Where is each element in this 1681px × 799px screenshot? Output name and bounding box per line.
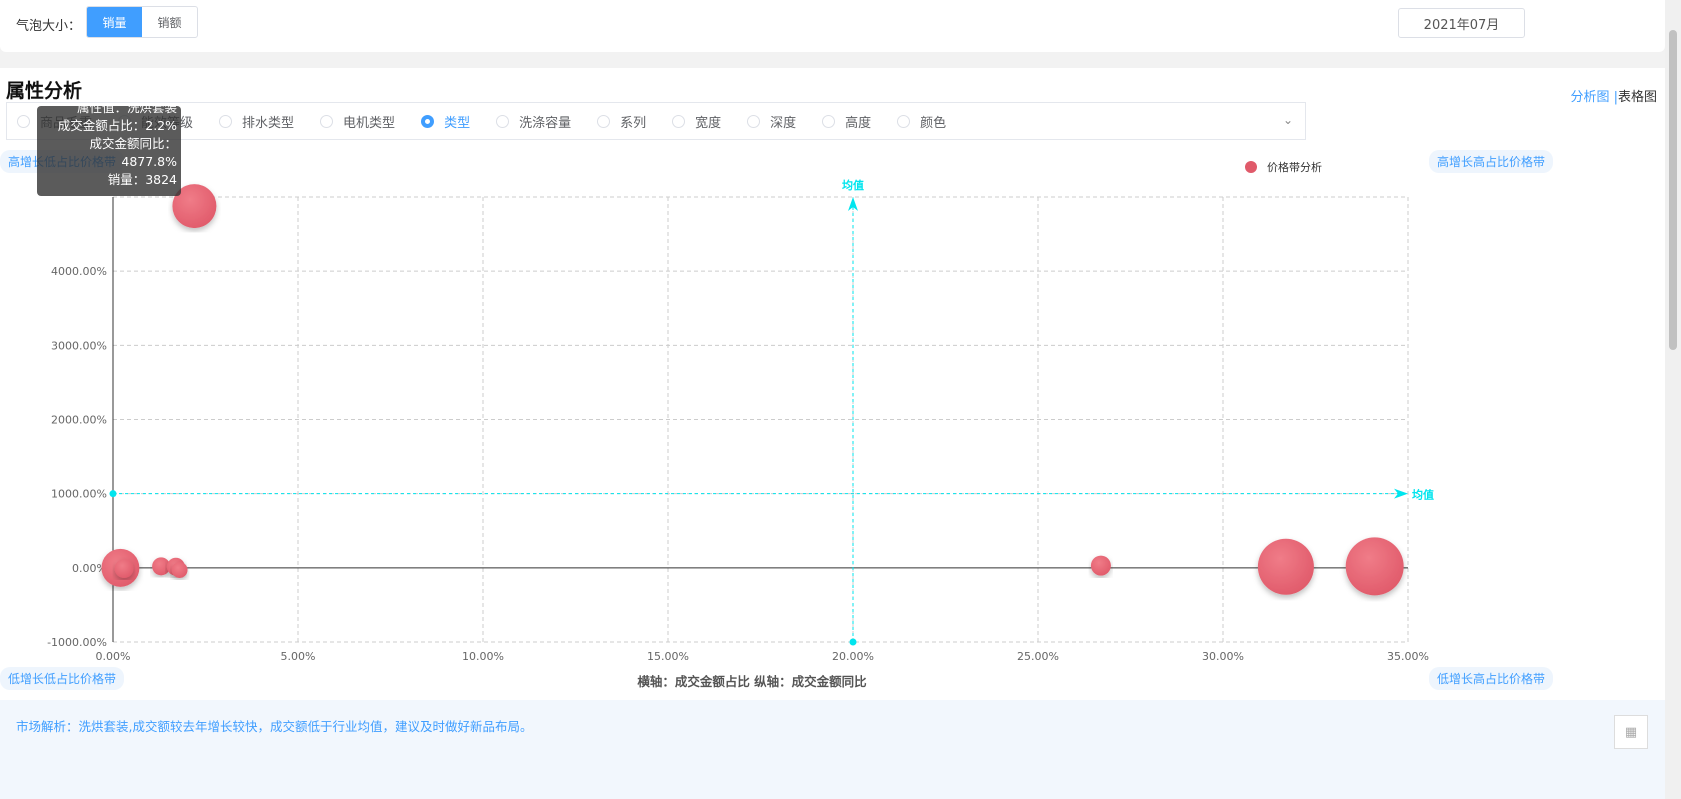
- x-axis-title: 横轴：成交金额占比 纵轴：成交金额同比: [637, 674, 867, 689]
- x-tick-label: 25.00%: [1017, 650, 1059, 663]
- x-tick-label: 20.00%: [832, 650, 874, 663]
- scrollbar[interactable]: [1665, 0, 1681, 799]
- y-tick-label: 3000.00%: [51, 339, 107, 352]
- quadrant-label-top-right: 高增长高占比价格带: [1428, 150, 1553, 173]
- tooltip-attribute: 属性值：洗烘套装: [76, 106, 177, 115]
- y-tick-label: 4000.00%: [51, 265, 107, 278]
- market-analysis: 市场解析：洗烘套装,成交额较去年增长较快，成交额低于行业均值，建议及时做好新品布…: [0, 700, 1665, 799]
- x-tick-label: 15.00%: [647, 650, 689, 663]
- legend-marker: [1245, 161, 1257, 173]
- mean-label-x: 均值: [842, 178, 864, 192]
- mean-y-dot: [109, 490, 117, 498]
- mean-x-dot: [849, 638, 857, 646]
- tooltip-sales: 销量：3824: [107, 172, 177, 187]
- bubble: [1090, 555, 1111, 576]
- qr-code-icon[interactable]: ▦: [1614, 715, 1648, 749]
- x-tick-label: 30.00%: [1202, 650, 1244, 663]
- legend-label: 价格带分析: [1267, 160, 1322, 174]
- scrollbar-thumb[interactable]: [1669, 30, 1677, 350]
- y-tick-label: 2000.00%: [51, 414, 107, 427]
- bubble: [171, 562, 188, 579]
- y-tick-label: -1000.00%: [47, 636, 107, 649]
- quadrant-label-bottom-right: 低增长高占比价格带: [1428, 667, 1553, 690]
- tooltip-yoy: 成交金额同比：4877.8%: [89, 136, 177, 169]
- mean-label-y: 均值: [1412, 488, 1434, 502]
- tooltip: 属性值：洗烘套装 成交金额占比：2.2% 成交金额同比：4877.8% 销量：3…: [37, 106, 181, 196]
- tooltip-share: 成交金额占比：2.2%: [57, 118, 177, 133]
- quadrant-label-bottom-left: 低增长低占比价格带: [0, 667, 125, 690]
- x-tick-label: 10.00%: [462, 650, 504, 663]
- bubble: [114, 559, 134, 578]
- x-tick-label: 5.00%: [281, 650, 316, 663]
- bubble: [1345, 537, 1404, 596]
- y-tick-label: 1000.00%: [51, 488, 107, 501]
- x-tick-label: 0.00%: [96, 650, 131, 663]
- bubble: [1257, 538, 1314, 595]
- market-analysis-text: 市场解析：洗烘套装,成交额较去年增长较快，成交额低于行业均值，建议及时做好新品布…: [16, 719, 533, 734]
- x-tick-label: 35.00%: [1387, 650, 1429, 663]
- bubble-chart: 0.00% 5.00% 10.00% 15.00% 20.00% 25.00% 30.00%…: [47, 160, 1434, 689]
